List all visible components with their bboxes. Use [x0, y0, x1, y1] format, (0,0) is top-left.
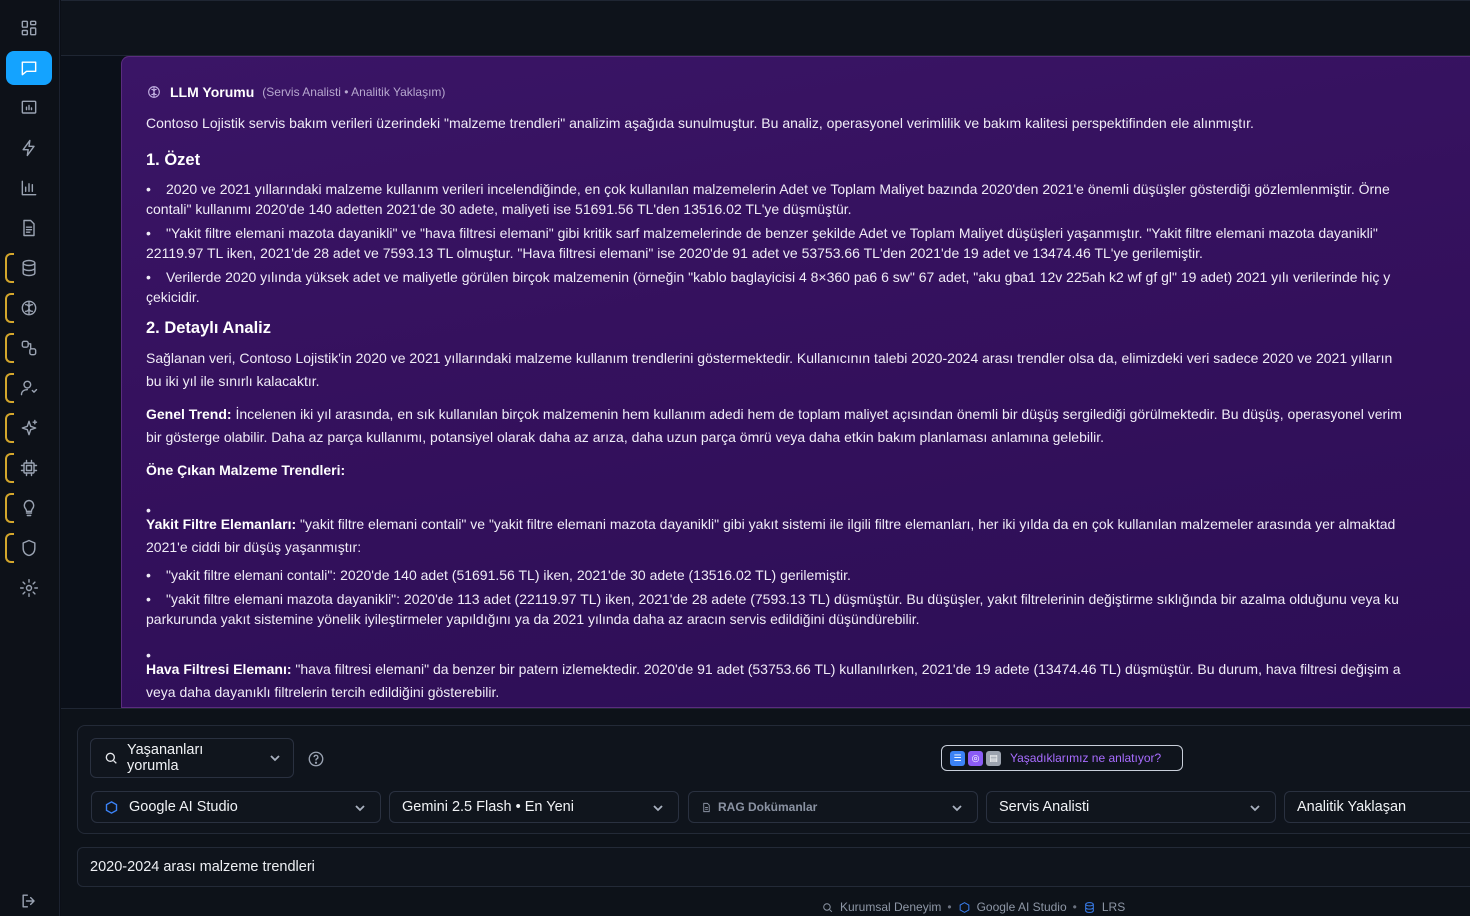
help-icon[interactable] — [307, 750, 325, 768]
sidebar-item-reports[interactable] — [6, 171, 52, 205]
highlight-heading: Öne Çıkan Malzeme Trendleri: — [146, 462, 346, 478]
role-label: Servis Analisti — [999, 799, 1090, 815]
hexagon-icon — [105, 800, 118, 814]
sidebar-item-data[interactable] — [5, 251, 52, 285]
list-item: "yakit filtre elemani mazota dayanikli":… — [146, 589, 1470, 629]
fuel-filter-list: "yakit filtre elemani contali": 2020'de … — [146, 565, 1470, 629]
rag-documents-select[interactable]: RAG Dokümanlar — [688, 791, 978, 823]
lightning-icon — [22, 139, 35, 157]
brain-icon — [148, 86, 160, 98]
presentation-chart-icon — [21, 100, 37, 114]
sidebar-item-documents[interactable] — [6, 211, 52, 245]
section-heading-detail: 2. Detaylı Analiz — [146, 319, 272, 337]
card-subtitle: (Servis Analisti • Analitik Yaklaşım) — [262, 85, 446, 99]
sidebar-item-settings[interactable] — [6, 571, 52, 605]
rag-label: RAG Dokümanlar — [718, 800, 818, 814]
query-text: 2020-2024 arası malzeme trendleri — [90, 859, 315, 875]
sparkles-icon — [21, 419, 38, 436]
list-item: 2020 ve 2021 yıllarındaki malzeme kullan… — [146, 179, 1470, 219]
detail-paragraph: Sağlanan veri, Contoso Lojistik'in 2020 … — [146, 350, 1393, 389]
sidebar-item-presentation[interactable] — [6, 91, 52, 125]
chevron-down-icon — [653, 805, 663, 812]
sidebar-item-insights[interactable] — [5, 411, 52, 445]
suggestion-label: Yaşadıklarımız ne anlatıyor? — [1010, 751, 1162, 765]
database-icon — [1085, 901, 1094, 913]
approach-label: Analitik Yaklaşan — [1297, 799, 1407, 815]
footer-provider: Google AI Studio — [976, 900, 1067, 914]
database-icon — [22, 259, 36, 277]
gear-icon — [19, 578, 39, 598]
search-icon — [105, 752, 117, 764]
list-item: "yakit filtre elemani contali": 2020'de … — [146, 565, 1470, 585]
footer-lrs: LRS — [1101, 900, 1126, 914]
workflow-icon — [21, 340, 37, 356]
cpu-icon — [20, 459, 38, 477]
app-window: LLM Yorumu (Servis Analisti • Analitik Y… — [0, 0, 1470, 916]
list-bullet — [146, 492, 1470, 520]
lightbulb-icon — [23, 499, 35, 517]
approach-select[interactable]: Analitik Yaklaşan — [1284, 791, 1470, 823]
footer-separator: • — [947, 900, 952, 914]
air-filter-paragraph: Hava Filtresi Elemanı: "hava filtresi el… — [146, 661, 1401, 700]
brain-icon: ◎ — [968, 750, 983, 766]
section-heading-summary: 1. Özet — [146, 151, 201, 169]
search-icon — [823, 902, 833, 912]
card-title: LLM Yorumu — [170, 84, 255, 100]
document-icon — [23, 219, 35, 237]
llm-response-content: LLM Yorumu (Servis Analisti • Analitik Y… — [146, 83, 1470, 704]
user-settings-icon — [20, 380, 38, 396]
sidebar-item-ai[interactable] — [5, 291, 52, 325]
list-item: "Yakit filtre elemani mazota dayanikli" … — [146, 223, 1470, 263]
sidebar-item-automation[interactable] — [6, 131, 52, 165]
top-bar — [61, 0, 1470, 56]
chat-area: LLM Yorumu (Servis Analisti • Analitik Y… — [61, 56, 1470, 708]
hexagon-icon — [959, 901, 969, 913]
chevron-down-icon — [952, 805, 962, 812]
chevron-down-icon — [1250, 805, 1260, 812]
logout-button[interactable] — [6, 884, 52, 916]
brain-icon — [21, 300, 37, 316]
chevron-down-icon — [270, 755, 280, 762]
provider-select[interactable]: Google AI Studio — [91, 791, 381, 823]
role-select[interactable]: Servis Analisti — [986, 791, 1276, 823]
sidebar — [0, 0, 60, 916]
footer-separator: • — [1072, 900, 1077, 914]
controls-box: Yaşananları yorumla ☰ ◎ ▤ Yaşadıklarımız… — [77, 725, 1470, 834]
bar-chart-icon — [21, 180, 37, 196]
mode-select-label: Yaşananları yorumla — [127, 742, 204, 774]
document-icon: ▤ — [986, 750, 1001, 766]
sidebar-item-security[interactable] — [5, 531, 52, 565]
provider-label: Google AI Studio — [129, 799, 238, 815]
sidebar-item-workflow[interactable] — [5, 331, 52, 365]
model-select[interactable]: Gemini 2.5 Flash • En Yeni — [389, 791, 679, 823]
sidebar-item-chat[interactable] — [6, 51, 52, 85]
mode-select[interactable]: Yaşananları yorumla — [90, 738, 294, 778]
database-icon: ☰ — [950, 750, 965, 766]
card-header: LLM Yorumu (Servis Analisti • Analitik Y… — [146, 83, 1470, 101]
list-item: Verilerde 2020 yılında yüksek adet ve ma… — [146, 267, 1470, 307]
dashboard-icon — [21, 20, 37, 36]
sidebar-item-users[interactable] — [5, 371, 52, 405]
sidebar-item-ideas[interactable] — [5, 491, 52, 525]
sidebar-item-dashboard[interactable] — [6, 11, 52, 45]
general-trend-paragraph: Genel Trend: İncelenen iki yıl arasında,… — [146, 406, 1402, 445]
summary-list: 2020 ve 2021 yıllarındaki malzeme kullan… — [146, 179, 1470, 307]
suggestion-button[interactable]: ☰ ◎ ▤ Yaşadıklarımız ne anlatıyor? — [941, 745, 1183, 771]
chat-icon — [21, 61, 37, 76]
logout-icon — [22, 894, 35, 908]
input-panel: Yaşananları yorumla ☰ ◎ ▤ Yaşadıklarımız… — [61, 708, 1470, 916]
fuel-filter-paragraph: Yakit Filtre Elemanları: "yakit filtre e… — [146, 516, 1396, 555]
shield-icon — [22, 539, 36, 557]
status-footer: Kurumsal Deneyim • Google AI Studio • LR… — [821, 899, 1125, 915]
footer-experience: Kurumsal Deneyim — [840, 900, 942, 914]
model-label: Gemini 2.5 Flash • En Yeni — [402, 799, 574, 815]
query-input[interactable]: 2020-2024 arası malzeme trendleri — [77, 847, 1470, 887]
chevron-down-icon — [355, 805, 365, 812]
llm-response-card: LLM Yorumu (Servis Analisti • Analitik Y… — [121, 56, 1470, 708]
document-icon — [703, 802, 710, 812]
list-bullet — [146, 637, 1470, 665]
sidebar-item-models[interactable] — [5, 451, 52, 485]
intro-text: Contoso Lojistik servis bakım verileri ü… — [146, 115, 1254, 131]
